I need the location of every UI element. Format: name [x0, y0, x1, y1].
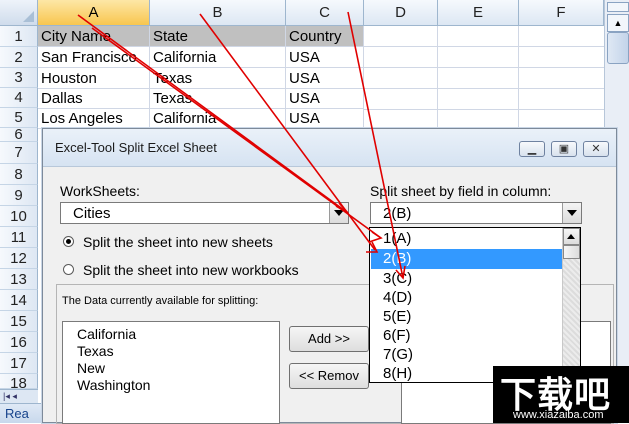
maximize-icon: ▣	[558, 143, 570, 155]
cell-c5[interactable]: USA	[286, 108, 364, 129]
add-button[interactable]: Add >>	[289, 326, 369, 352]
scroll-up-arrow-icon[interactable]: ▲	[607, 14, 629, 32]
row-header-10[interactable]: 10	[0, 206, 38, 227]
empty-cells-grid	[364, 26, 604, 128]
column-header-e[interactable]: E	[438, 0, 519, 26]
column-header-c[interactable]: C	[286, 0, 364, 26]
cell-c3[interactable]: USA	[286, 68, 364, 89]
split-field-select-value: 2(B)	[383, 205, 412, 222]
scroll-up-arrow-icon[interactable]	[563, 228, 580, 245]
minimize-icon: ▁	[527, 143, 537, 155]
radio-new-sheets-label[interactable]: Split the sheet into new sheets	[83, 234, 273, 250]
minimize-button[interactable]: ▁	[519, 141, 545, 157]
scroll-thumb[interactable]	[607, 32, 629, 64]
radio-new-workbooks-label[interactable]: Split the sheet into new workbooks	[83, 262, 299, 278]
remove-button[interactable]: << Remov	[289, 363, 369, 389]
list-item[interactable]: New	[77, 360, 279, 377]
chevron-down-icon[interactable]	[562, 203, 581, 223]
list-item[interactable]: Texas	[77, 343, 279, 360]
row-header-5[interactable]: 5	[0, 108, 38, 128]
dropdown-scroll-thumb[interactable]	[563, 245, 580, 259]
grid-line	[518, 26, 519, 128]
cell-b3[interactable]: Texas	[150, 68, 286, 89]
cell-c4[interactable]: USA	[286, 88, 364, 109]
radio-new-workbooks[interactable]	[63, 264, 74, 275]
row-header-2[interactable]: 2	[0, 47, 38, 68]
row-header-9[interactable]: 9	[0, 185, 38, 206]
dropdown-option-7g[interactable]: 7(G)	[383, 345, 413, 365]
row-header-16[interactable]: 16	[0, 332, 38, 353]
cell-b5[interactable]: California	[150, 108, 286, 129]
column-header-f[interactable]: F	[519, 0, 604, 26]
dropdown-option-2b[interactable]: 2(B)	[371, 249, 563, 269]
row-header-12[interactable]: 12	[0, 248, 38, 269]
row-header-8[interactable]: 8	[0, 164, 38, 185]
dropdown-option-3c[interactable]: 3(C)	[383, 269, 412, 289]
watermark-url: www.xiazaiba.com	[513, 409, 604, 421]
row-header-6[interactable]: 6	[0, 127, 38, 142]
list-item[interactable]: Washington	[77, 377, 279, 394]
split-box[interactable]	[607, 2, 629, 12]
dropdown-option-5e[interactable]: 5(E)	[383, 307, 411, 327]
available-data-list[interactable]: California Texas New Washington	[62, 321, 280, 424]
split-field-dropdown-list[interactable]: 1(A) 2(B) 3(C) 4(D) 5(E) 6(F) 7(G) 8(H)	[369, 227, 581, 383]
cell-a3[interactable]: Houston	[38, 68, 150, 89]
grid-line	[437, 26, 438, 128]
maximize-button[interactable]: ▣	[551, 141, 577, 157]
cell-c2[interactable]: USA	[286, 47, 364, 68]
worksheets-label: WorkSheets:	[60, 183, 140, 199]
cell-a1[interactable]: City Name	[38, 26, 150, 47]
list-item[interactable]: California	[77, 326, 279, 343]
cell-c1[interactable]: Country	[286, 26, 364, 47]
close-button[interactable]: ✕	[583, 141, 609, 157]
cell-b1[interactable]: State	[150, 26, 286, 47]
column-header-b[interactable]: B	[150, 0, 286, 26]
row-header-15[interactable]: 15	[0, 311, 38, 332]
sheet-nav-first-icon[interactable]: |◂ ◂	[0, 389, 38, 403]
cell-a2[interactable]: San Francisco	[38, 47, 150, 68]
radio-new-sheets[interactable]	[63, 236, 74, 247]
chevron-down-icon[interactable]	[329, 203, 348, 223]
dropdown-option-1a[interactable]: 1(A)	[383, 229, 411, 249]
dropdown-option-8h[interactable]: 8(H)	[383, 364, 412, 382]
row-header-14[interactable]: 14	[0, 290, 38, 311]
worksheets-select[interactable]: Cities	[60, 202, 349, 224]
dialog-title: Excel-Tool Split Excel Sheet	[55, 140, 217, 155]
row-header-11[interactable]: 11	[0, 227, 38, 248]
watermark-logo: 下载吧 www.xiazaiba.com	[493, 366, 629, 423]
split-field-select[interactable]: 2(B)	[370, 202, 582, 224]
row-header-3[interactable]: 3	[0, 68, 38, 88]
row-header-4[interactable]: 4	[0, 88, 38, 108]
split-field-label: Split sheet by field in column:	[370, 183, 552, 199]
status-text: Rea	[5, 406, 29, 421]
cell-b2[interactable]: California	[150, 47, 286, 68]
cell-b4[interactable]: Texas	[150, 88, 286, 109]
dialog-titlebar[interactable]: Excel-Tool Split Excel Sheet ▁ ▣ ✕	[43, 129, 616, 167]
close-icon: ✕	[591, 143, 601, 155]
dropdown-option-6f[interactable]: 6(F)	[383, 326, 411, 346]
column-header-d[interactable]: D	[364, 0, 438, 26]
row-header-18[interactable]: 18	[0, 374, 38, 389]
row-header-1[interactable]: 1	[0, 26, 38, 47]
row-header-13[interactable]: 13	[0, 269, 38, 290]
cell-a5[interactable]: Los Angeles	[38, 108, 150, 129]
dropdown-option-4d[interactable]: 4(D)	[383, 288, 412, 308]
select-all-corner[interactable]	[0, 0, 38, 26]
cell-a4[interactable]: Dallas	[38, 88, 150, 109]
data-available-label: The Data currently available for splitti…	[62, 295, 259, 307]
worksheets-select-value: Cities	[73, 205, 111, 222]
row-header-17[interactable]: 17	[0, 353, 38, 374]
row-header-7[interactable]: 7	[0, 142, 38, 164]
column-header-a[interactable]: A	[38, 0, 150, 26]
